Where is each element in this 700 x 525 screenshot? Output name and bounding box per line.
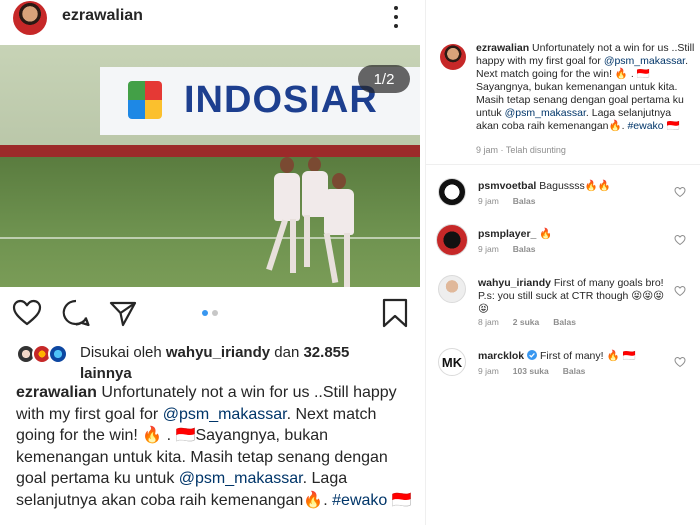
caption-comment: ezrawalian Unfortunately not a win for u… xyxy=(426,40,700,165)
mention-link[interactable]: @psm_makassar xyxy=(163,406,287,423)
comment-text: Bagussss🔥🔥 xyxy=(539,180,611,192)
heart-icon[interactable] xyxy=(674,234,686,246)
more-icon[interactable] xyxy=(386,4,406,30)
comment: wahyu_iriandy First of many goals bro! P… xyxy=(426,275,700,335)
mention-link[interactable]: @psm_makassar xyxy=(505,107,586,119)
avatar[interactable] xyxy=(440,44,466,70)
comment-icon[interactable] xyxy=(61,298,91,328)
heart-icon[interactable] xyxy=(674,285,686,297)
reply-button[interactable]: Balas xyxy=(513,196,536,206)
likes-others[interactable]: lainnya xyxy=(80,365,132,382)
comment-username[interactable]: psmplayer_ xyxy=(478,228,536,240)
caption-username[interactable]: ezrawalian xyxy=(476,42,529,54)
right-pane: ezrawalian Unfortunately not a win for u… xyxy=(426,0,700,525)
mention-link[interactable]: @psm_makassar xyxy=(179,470,303,487)
comment: psmvoetbal Bagussss🔥🔥 9 jam Balas xyxy=(426,178,700,226)
action-bar xyxy=(0,296,420,334)
avatar[interactable] xyxy=(438,275,466,303)
post-media[interactable]: INDOSIAR 1/2 xyxy=(0,45,420,287)
share-icon[interactable] xyxy=(108,298,138,328)
comment-text: 🔥 xyxy=(539,228,553,240)
comment-username[interactable]: wahyu_iriandy xyxy=(478,277,551,289)
media-counter: 1/2 xyxy=(358,65,410,93)
reply-button[interactable]: Balas xyxy=(553,317,576,327)
caption-username[interactable]: ezrawalian xyxy=(16,384,97,401)
liker-username[interactable]: wahyu_iriandy xyxy=(166,344,270,361)
likes-row: Disukai oleh wahyu_iriandy dan 32.855 lai… xyxy=(16,342,416,384)
caption-text: ezrawalian Unfortunately not a win for u… xyxy=(476,42,695,132)
comment-likes[interactable]: 2 suka xyxy=(513,317,539,327)
comment-username[interactable]: marcklok xyxy=(478,350,524,362)
mention-link[interactable]: @psm_makassar xyxy=(604,55,685,67)
post-header: ezrawalian xyxy=(0,0,420,35)
comment-time: 9 jam xyxy=(478,196,499,206)
comment: MK marcklok First of many! 🔥 🇮🇩 9 jam 10… xyxy=(426,348,700,388)
reply-button[interactable]: Balas xyxy=(563,366,586,376)
comment-text: First of many! 🔥 🇮🇩 xyxy=(539,350,636,362)
comment-time: 9 jam xyxy=(478,244,499,254)
bookmark-icon[interactable] xyxy=(380,298,410,328)
player xyxy=(312,173,368,287)
stadium-fence xyxy=(0,145,420,157)
comment-time: 9 jam xyxy=(478,366,499,376)
indosiar-logo xyxy=(128,81,162,119)
caption-meta: 9 jam · Telah disunting xyxy=(476,145,566,155)
comment: psmplayer_ 🔥 9 jam Balas xyxy=(426,224,700,276)
avatar[interactable]: MK xyxy=(438,348,466,376)
verified-icon xyxy=(527,350,538,360)
comment-time: 8 jam xyxy=(478,317,499,327)
avatar[interactable] xyxy=(13,1,47,35)
billboard-text: INDOSIAR xyxy=(184,79,378,121)
carousel-dot xyxy=(202,310,208,316)
comment-username[interactable]: psmvoetbal xyxy=(478,180,536,192)
carousel-dots xyxy=(202,310,218,316)
post-username[interactable]: ezrawalian xyxy=(62,7,143,25)
post-caption: ezrawalian Unfortunately not a win for u… xyxy=(16,384,412,509)
avatar[interactable] xyxy=(48,344,68,364)
likes-count[interactable]: 32.855 xyxy=(303,344,349,361)
carousel-dot xyxy=(212,310,218,316)
hashtag-link[interactable]: #ewako xyxy=(627,120,663,132)
comment-likes[interactable]: 103 suka xyxy=(513,366,549,376)
reply-button[interactable]: Balas xyxy=(513,244,536,254)
likes-text[interactable]: Disukai oleh wahyu_iriandy dan 32.855 lai… xyxy=(80,342,410,384)
avatar[interactable] xyxy=(438,178,466,206)
left-pane: ezrawalian INDOSIAR 1/2 Disukai oleh wah… xyxy=(0,0,420,525)
heart-icon[interactable] xyxy=(674,186,686,198)
heart-icon[interactable] xyxy=(12,298,42,328)
heart-icon[interactable] xyxy=(674,356,686,368)
avatar[interactable] xyxy=(436,224,468,256)
hashtag-link[interactable]: #ewako xyxy=(332,492,387,509)
